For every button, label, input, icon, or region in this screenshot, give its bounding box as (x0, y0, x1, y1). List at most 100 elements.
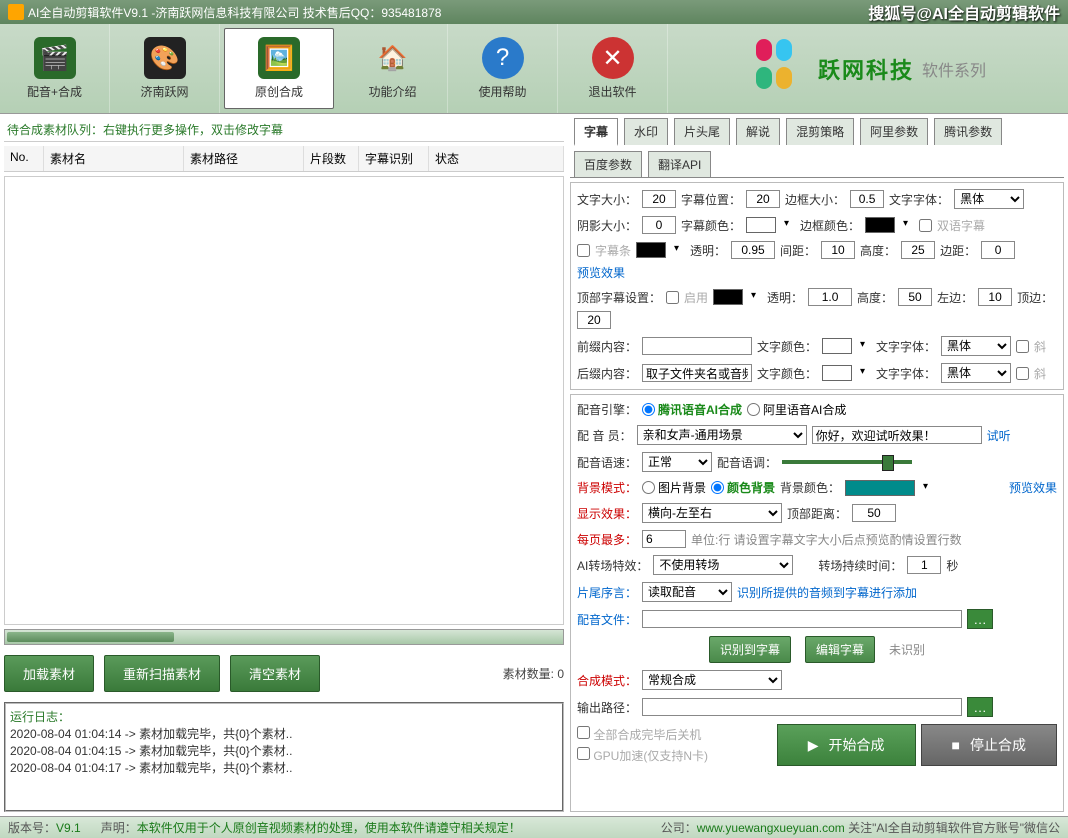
edit-subtitle-button[interactable]: 编辑字幕 (805, 636, 875, 663)
brand-area: 跃网科技 软件系列 (668, 24, 1068, 113)
suffix-italic-checkbox[interactable] (1016, 367, 1029, 380)
subtitle-panel: 文字大小： 字幕位置： 边框大小： 文字字体： 黑体 阴影大小： 字幕颜色： 边… (570, 182, 1064, 390)
brand-logo-icon (750, 39, 810, 99)
tail-preface-select[interactable]: 读取配音 (642, 582, 732, 602)
top-color-picker[interactable] (713, 289, 743, 305)
top-trans-input[interactable] (808, 288, 852, 306)
subtitle-pos-input[interactable] (746, 190, 780, 208)
bar-height-input[interactable] (901, 241, 935, 259)
prefix-font-select[interactable]: 黑体 (941, 336, 1011, 356)
log-panel: 运行日志： 2020-08-04 01:04:14 -> 素材加载完毕，共{0}… (4, 702, 564, 812)
prefix-input[interactable] (642, 337, 752, 355)
tool-help[interactable]: ? 使用帮助 (448, 24, 558, 113)
top-height-input[interactable] (898, 288, 932, 306)
bg-image-radio[interactable] (642, 481, 655, 494)
voice-file-input[interactable] (642, 610, 962, 628)
tool-yuewang[interactable]: 🎨 济南跃网 (110, 24, 220, 113)
voice-sample-input[interactable] (812, 426, 982, 444)
grid-header: No. 素材名 素材路径 片段数 字幕识别 状态 (4, 146, 564, 172)
h-scrollbar[interactable] (4, 629, 564, 645)
browse-voice-file-button[interactable]: … (967, 609, 993, 629)
voice-speed-select[interactable]: 正常 (642, 452, 712, 472)
brand-tag: 搜狐号@AI全自动剪辑软件 (868, 0, 1060, 24)
stop-compose-button[interactable]: ■停止合成 (921, 724, 1057, 766)
play-icon: ▶ (808, 737, 819, 754)
clear-material-button[interactable]: 清空素材 (230, 655, 320, 692)
border-color-picker[interactable] (865, 217, 895, 233)
preview-link[interactable]: 预览效果 (577, 264, 625, 281)
transition-duration-input[interactable] (907, 556, 941, 574)
main-toolbar: 🎬 配音+合成 🎨 济南跃网 🖼️ 原创合成 🏠 功能介绍 ? 使用帮助 ✕ 退… (0, 24, 1068, 114)
engine-ali-radio[interactable] (747, 403, 760, 416)
bar-gap-input[interactable] (821, 241, 855, 259)
browse-output-button[interactable]: … (967, 697, 993, 717)
voice-tone-slider[interactable] (782, 460, 912, 464)
bar-trans-input[interactable] (731, 241, 775, 259)
shadow-input[interactable] (642, 216, 676, 234)
prefix-italic-checkbox[interactable] (1016, 340, 1029, 353)
material-count: 素材数量: 0 (503, 665, 564, 682)
picture-icon: 🖼️ (258, 37, 300, 79)
app-icon (8, 4, 24, 20)
engine-tencent-radio[interactable] (642, 403, 655, 416)
suffix-input[interactable] (642, 364, 752, 382)
home-icon: 🏠 (372, 37, 414, 79)
tab-subtitle[interactable]: 字幕 (574, 118, 618, 146)
gpu-checkbox[interactable] (577, 747, 590, 760)
tool-exit[interactable]: ✕ 退出软件 (558, 24, 668, 113)
ai-transition-select[interactable]: 不使用转场 (653, 555, 793, 575)
tool-original-compose[interactable]: 🖼️ 原创合成 (224, 28, 334, 109)
tool-features[interactable]: 🏠 功能介绍 (338, 24, 448, 113)
per-page-input[interactable] (642, 530, 686, 548)
film-icon: 🎬 (34, 37, 76, 79)
border-size-input[interactable] (850, 190, 884, 208)
top-distance-input[interactable] (852, 504, 896, 522)
suffix-font-select[interactable]: 黑体 (941, 363, 1011, 383)
statusbar: 版本号：V9.1 声明：本软件仅用于个人原创音视频素材的处理，使用本软件请遵守相… (0, 816, 1068, 838)
bg-color-radio[interactable] (711, 481, 724, 494)
bg-color-picker[interactable] (845, 480, 915, 496)
top-top-input[interactable] (577, 311, 611, 329)
tab-headtail[interactable]: 片头尾 (674, 118, 730, 145)
close-icon: ✕ (592, 37, 634, 79)
voice-member-select[interactable]: 亲和女声-通用场景 (637, 425, 807, 445)
queue-hint: 待合成素材队列：右键执行更多操作，双击修改字幕 (4, 118, 564, 142)
bilingual-checkbox[interactable] (919, 219, 932, 232)
window-title: AI全自动剪辑软件V9.1 -济南跃网信息科技有限公司 技术售后QQ：93548… (28, 4, 441, 21)
top-left-input[interactable] (978, 288, 1012, 306)
tab-translate[interactable]: 翻译API (648, 151, 711, 177)
tab-mixcut[interactable]: 混剪策略 (786, 118, 854, 145)
tab-tencent[interactable]: 腾讯参数 (934, 118, 1002, 145)
top-enable-checkbox[interactable] (666, 291, 679, 304)
subtitle-color-picker[interactable] (746, 217, 776, 233)
palette-icon: 🎨 (144, 37, 186, 79)
help-icon: ? (482, 37, 524, 79)
try-listen-link[interactable]: 试听 (987, 427, 1011, 444)
suffix-color-picker[interactable] (822, 365, 852, 381)
bar-margin-input[interactable] (981, 241, 1015, 259)
tab-ali[interactable]: 阿里参数 (860, 118, 928, 145)
tab-watermark[interactable]: 水印 (624, 118, 668, 145)
rescan-material-button[interactable]: 重新扫描素材 (104, 655, 220, 692)
font-select[interactable]: 黑体 (954, 189, 1024, 209)
load-material-button[interactable]: 加载素材 (4, 655, 94, 692)
voice-panel: 配音引擎： 腾讯语音AI合成 阿里语音AI合成 配 音 员： 亲和女声-通用场景… (570, 394, 1064, 812)
bar-color-picker[interactable] (636, 242, 666, 258)
bg-preview-link[interactable]: 预览效果 (1009, 479, 1057, 496)
settings-tabs: 字幕 水印 片头尾 解说 混剪策略 阿里参数 腾讯参数 百度参数 翻译API (570, 118, 1064, 178)
font-size-input[interactable] (642, 190, 676, 208)
tab-narration[interactable]: 解说 (736, 118, 780, 145)
display-effect-select[interactable]: 横向-左至右 (642, 503, 782, 523)
recognize-subtitle-button[interactable]: 识别到字幕 (709, 636, 791, 663)
output-path-input[interactable] (642, 698, 962, 716)
subtitle-bar-checkbox[interactable] (577, 244, 590, 257)
material-grid[interactable] (4, 176, 564, 625)
tab-baidu[interactable]: 百度参数 (574, 151, 642, 177)
tool-voice-compose[interactable]: 🎬 配音+合成 (0, 24, 110, 113)
start-compose-button[interactable]: ▶开始合成 (777, 724, 916, 766)
stop-icon: ■ (952, 737, 960, 753)
titlebar: AI全自动剪辑软件V9.1 -济南跃网信息科技有限公司 技术售后QQ：93548… (0, 0, 1068, 24)
shutdown-checkbox[interactable] (577, 726, 590, 739)
prefix-color-picker[interactable] (822, 338, 852, 354)
compose-mode-select[interactable]: 常规合成 (642, 670, 782, 690)
